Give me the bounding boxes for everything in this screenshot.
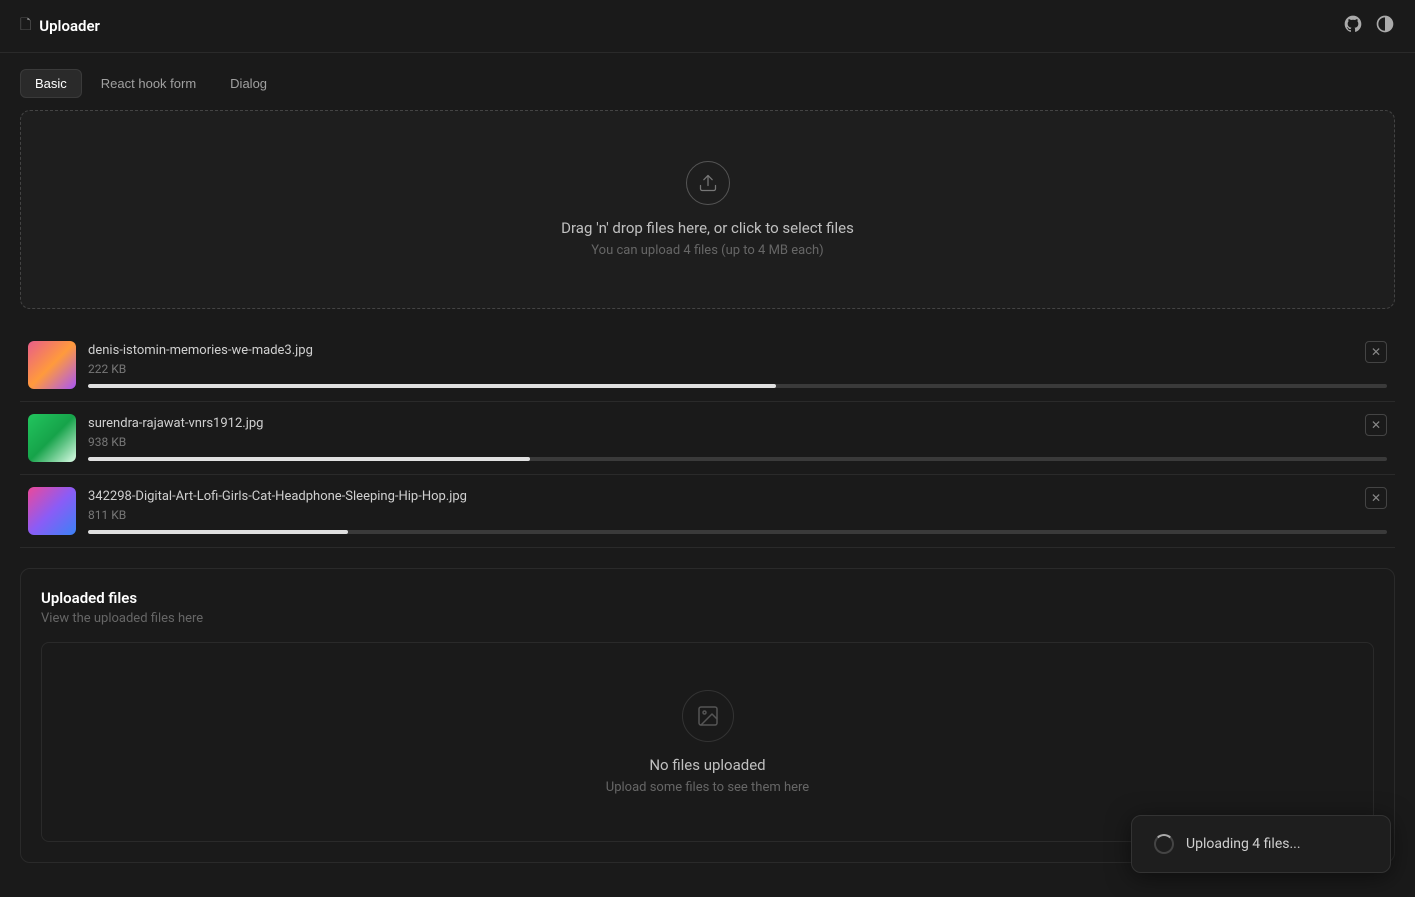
file-thumb-2	[28, 414, 76, 462]
file-list: denis-istomin-memories-we-made3.jpg 222 …	[20, 329, 1395, 548]
github-icon[interactable]	[1343, 14, 1363, 38]
file-item-3: 342298-Digital-Art-Lofi-Girls-Cat-Headph…	[20, 475, 1395, 548]
progress-bar-bg-2	[88, 457, 1387, 461]
dropzone[interactable]: Drag 'n' drop files here, or click to se…	[20, 110, 1395, 309]
header-icons	[1343, 14, 1395, 38]
progress-bar-bg-3	[88, 530, 1387, 534]
file-remove-button-3[interactable]: ✕	[1365, 487, 1387, 509]
file-item-2: surendra-rajawat-vnrs1912.jpg 938 KB ✕	[20, 402, 1395, 475]
theme-svg	[1375, 14, 1395, 34]
file-info-2: surendra-rajawat-vnrs1912.jpg 938 KB	[88, 416, 1387, 461]
toast-spinner	[1154, 834, 1174, 854]
thumb-gradient-1	[28, 341, 76, 389]
thumb-gradient-2	[28, 414, 76, 462]
file-name-3: 342298-Digital-Art-Lofi-Girls-Cat-Headph…	[88, 489, 1387, 504]
tab-dialog[interactable]: Dialog	[215, 69, 282, 98]
dropzone-title: Drag 'n' drop files here, or click to se…	[561, 219, 854, 237]
tab-basic[interactable]: Basic	[20, 69, 82, 98]
document-icon: 🗋	[20, 14, 31, 38]
uploaded-empty-sub: Upload some files to see them here	[606, 780, 809, 795]
image-svg	[696, 704, 720, 728]
tab-bar: Basic React hook form Dialog	[0, 53, 1415, 110]
header-left: 🗋 Uploader	[20, 14, 100, 38]
file-info-3: 342298-Digital-Art-Lofi-Girls-Cat-Headph…	[88, 489, 1387, 534]
file-size-1: 222 KB	[88, 362, 1387, 376]
thumb-gradient-3	[28, 487, 76, 535]
file-thumb-3	[28, 487, 76, 535]
file-name-2: surendra-rajawat-vnrs1912.jpg	[88, 416, 1387, 431]
uploaded-files-subtitle: View the uploaded files here	[41, 611, 1374, 626]
upload-icon	[686, 161, 730, 205]
upload-toast: Uploading 4 files...	[1131, 815, 1391, 873]
progress-bar-bg-1	[88, 384, 1387, 388]
uploaded-empty-icon	[682, 690, 734, 742]
app-title: Uploader	[39, 17, 100, 35]
file-size-2: 938 KB	[88, 435, 1387, 449]
uploaded-files-area: No files uploaded Upload some files to s…	[41, 642, 1374, 842]
file-name-1: denis-istomin-memories-we-made3.jpg	[88, 343, 1387, 358]
file-size-3: 811 KB	[88, 508, 1387, 522]
progress-bar-fill-2	[88, 457, 530, 461]
file-info-1: denis-istomin-memories-we-made3.jpg 222 …	[88, 343, 1387, 388]
progress-bar-fill-3	[88, 530, 348, 534]
file-remove-button-2[interactable]: ✕	[1365, 414, 1387, 436]
github-svg	[1343, 14, 1363, 34]
theme-toggle-icon[interactable]	[1375, 14, 1395, 38]
upload-svg	[698, 173, 718, 193]
uploaded-files-title: Uploaded files	[41, 589, 1374, 607]
dropzone-subtitle: You can upload 4 files (up to 4 MB each)	[591, 243, 823, 258]
file-item-1: denis-istomin-memories-we-made3.jpg 222 …	[20, 329, 1395, 402]
file-remove-button-1[interactable]: ✕	[1365, 341, 1387, 363]
toast-text: Uploading 4 files...	[1186, 836, 1301, 852]
tab-react-hook-form[interactable]: React hook form	[86, 69, 211, 98]
file-thumb-1	[28, 341, 76, 389]
app-header: 🗋 Uploader	[0, 0, 1415, 53]
uploaded-empty-title: No files uploaded	[649, 756, 765, 774]
progress-bar-fill-1	[88, 384, 776, 388]
